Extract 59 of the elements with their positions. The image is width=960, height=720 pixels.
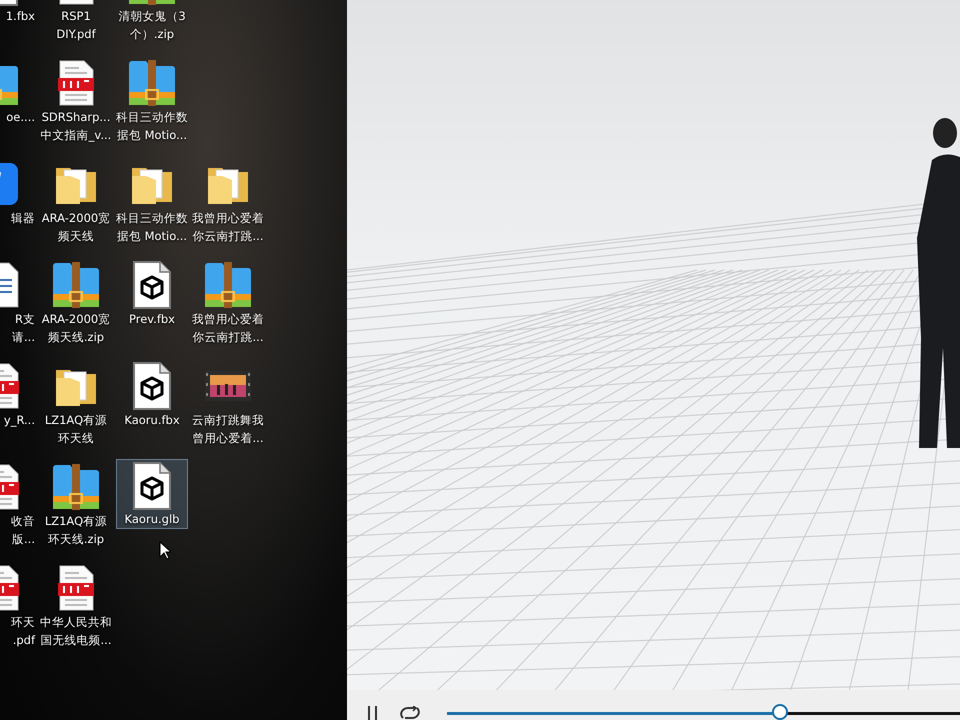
zip-archive-icon [52, 262, 100, 308]
desktop-icon[interactable]: 收音 版... [0, 459, 38, 560]
desktop-icon[interactable]: 1.fbx [0, 0, 38, 55]
file-name: RSP1 DIY.pdf [56, 8, 96, 43]
desktop-icon[interactable]: y_R... [0, 358, 38, 459]
file-name: 科目三动作数 据包 Motio... [116, 210, 188, 245]
3d-file-icon [132, 261, 172, 309]
loop-button[interactable] [399, 706, 421, 720]
file-name: 收音 版... [11, 513, 36, 548]
zip-archive-icon [128, 60, 176, 106]
file-name: 中华人民共和 国无线电频... [40, 614, 112, 649]
slider-handle[interactable] [772, 704, 788, 720]
file-name: LZ1AQ有源 环天线 [44, 412, 108, 447]
file-name: SDRSharp... 中文指南_v... [40, 109, 112, 144]
file-name: oe.... [6, 109, 36, 126]
video-file-icon [205, 371, 251, 401]
file-name: Prev.fbx [128, 311, 175, 328]
desktop-icon[interactable]: Kaoru.fbx [114, 358, 190, 459]
desktop-icon[interactable]: 中华人民共和 国无线电频... [38, 560, 114, 661]
desktop-icon[interactable]: 环天 .pdf [0, 560, 38, 661]
file-name: 云南打跳舞我 曾用心爱着... [192, 412, 264, 447]
3d-file-icon [132, 462, 172, 510]
desktop-icon[interactable]: R支 请... [0, 257, 38, 358]
file-name: ARA-2000宽 频天线 [42, 210, 110, 245]
desktop-icon[interactable]: LZ1AQ有源 环天线 [38, 358, 114, 459]
file-name: 我曾用心爱着 你云南打跳... [192, 311, 264, 346]
zip-archive-icon [204, 262, 252, 308]
desktop-icon[interactable]: 辑器 [0, 156, 38, 257]
file-name: LZ1AQ有源 环天线.zip [44, 513, 108, 548]
desktop-icon[interactable]: Kaoru.glb [116, 459, 188, 529]
3d-file-icon [132, 362, 172, 410]
desktop-icon[interactable]: 科目三动作数 据包 Motio... [114, 55, 190, 156]
desktop-icon[interactable]: 我曾用心爱着 你云南打跳... [190, 257, 266, 358]
zip-archive-icon [52, 464, 100, 510]
desktop-icon[interactable]: 我曾用心爱着 你云南打跳... [190, 156, 266, 257]
desktop-icon[interactable]: SDRSharp... 中文指南_v... [38, 55, 114, 156]
mouse-cursor-icon [159, 541, 171, 560]
file-name: 清朝女鬼（3 个）.zip [118, 8, 186, 43]
file-name: 1.fbx [6, 8, 36, 25]
file-name: Kaoru.glb [124, 511, 180, 528]
desktop-icon[interactable]: oe.... [0, 55, 38, 156]
desktop-icon[interactable]: Prev.fbx [114, 257, 190, 358]
desktop-icon[interactable]: RSP1 DIY.pdf [38, 0, 114, 55]
desktop-icon[interactable]: LZ1AQ有源 环天线.zip [38, 459, 114, 560]
pdf-file-icon [58, 60, 94, 106]
desktop-icon[interactable]: 科目三动作数 据包 Motio... [114, 156, 190, 257]
file-name: ARA-2000宽 频天线.zip [42, 311, 110, 346]
file-name: 环天 .pdf [11, 614, 36, 649]
file-name: 科目三动作数 据包 Motio... [116, 109, 188, 144]
file-name: 辑器 [11, 210, 36, 227]
desktop-icon[interactable]: 云南打跳舞我 曾用心爱着... [190, 358, 266, 459]
desktop-icon[interactable]: 清朝女鬼（3 个）.zip [114, 0, 190, 55]
pdf-file-icon [58, 565, 94, 611]
file-name: y_R... [4, 412, 36, 429]
desktop-icon[interactable]: ARA-2000宽 频天线 [38, 156, 114, 257]
file-name: Kaoru.fbx [124, 412, 180, 429]
file-name: 我曾用心爱着 你云南打跳... [192, 210, 264, 245]
desktop-icon[interactable]: ARA-2000宽 频天线.zip [38, 257, 114, 358]
file-name: R支 请... [12, 311, 36, 346]
